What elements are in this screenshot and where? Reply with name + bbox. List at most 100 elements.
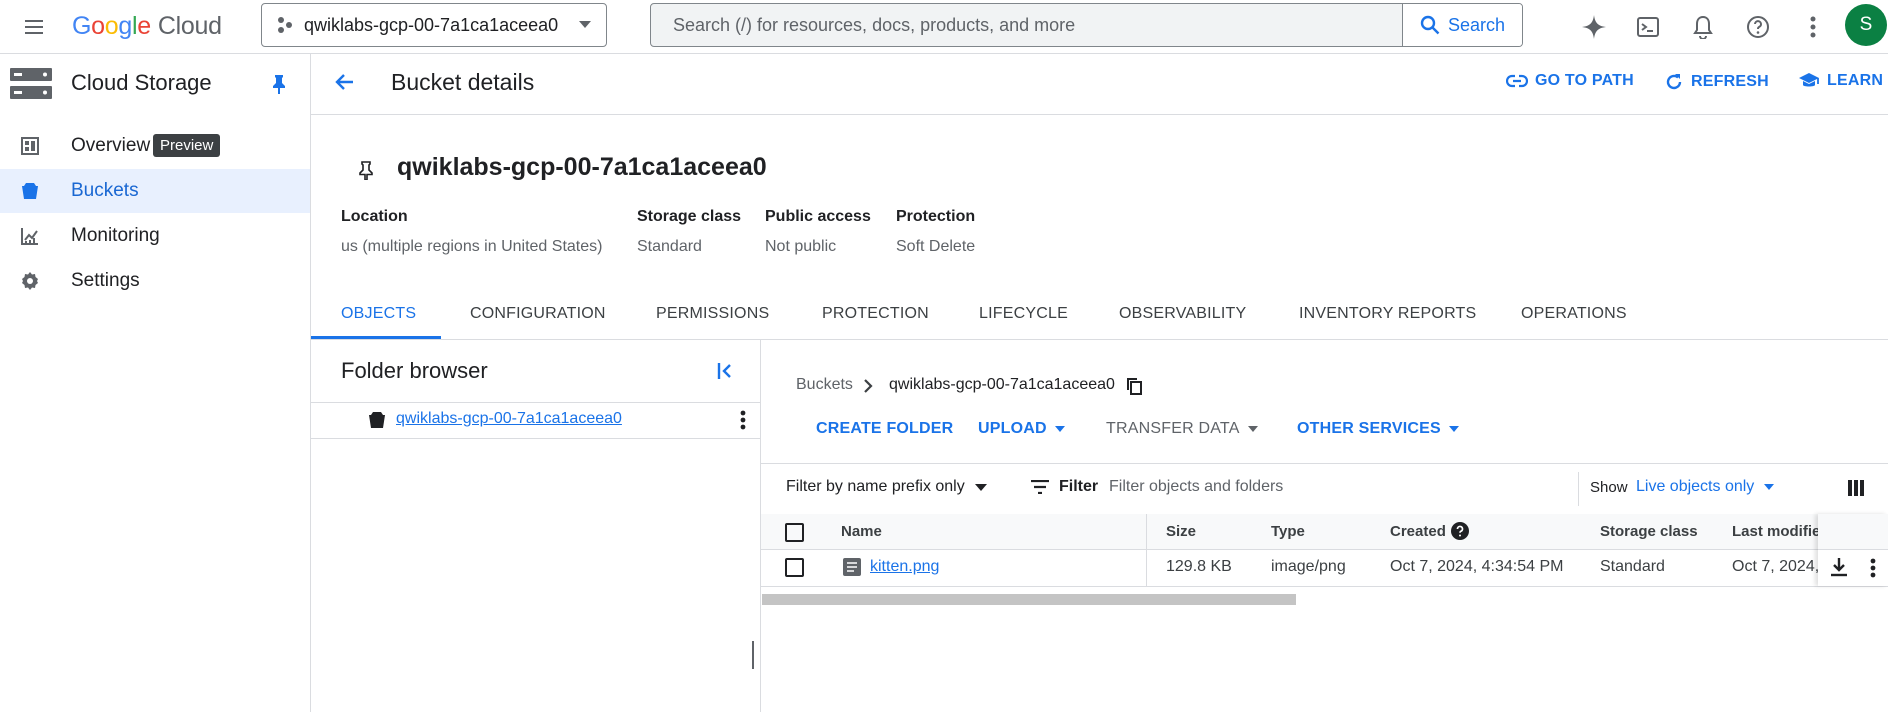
bucket-icon [367,410,387,430]
filter-lines-icon [1031,480,1049,494]
sidebar-item-label: Monitoring [71,225,160,246]
copy-icon[interactable] [1126,377,1142,395]
transfer-data-label: TRANSFER DATA [1106,420,1240,437]
tab-observability[interactable]: OBSERVABILITY [1119,305,1246,337]
sidebar-item-monitoring[interactable]: Monitoring [0,214,310,258]
object-type: image/png [1271,558,1346,575]
meta-label-public-access: Public access [765,208,871,225]
filter-objects-input[interactable]: Filter objects and folders [1109,478,1283,496]
pin-outline-icon[interactable] [358,160,374,180]
more-vert-icon[interactable] [1794,8,1832,46]
meta-value-storage-class: Standard [637,238,702,255]
sidebar-item-overview[interactable]: Overview Preview [0,124,310,168]
tab-inventory-reports[interactable]: INVENTORY REPORTS [1299,305,1476,337]
chevron-down-icon [578,20,592,30]
sidebar-item-settings[interactable]: Settings [0,259,310,303]
collapse-panel-icon[interactable] [715,360,737,382]
filter-button[interactable]: Filter [1031,478,1098,496]
panel-resize-handle[interactable] [752,641,754,669]
main-menu-icon[interactable] [18,11,50,43]
more-vert-icon[interactable] [1870,558,1876,578]
tab-operations[interactable]: OPERATIONS [1521,305,1627,337]
search-button-label: Search [1447,14,1506,35]
more-vert-icon[interactable] [740,410,746,430]
object-name-link[interactable]: kitten.png [870,558,939,576]
learn-button[interactable]: LEARN [1798,72,1883,90]
back-arrow-icon[interactable] [333,70,357,94]
other-services-button[interactable]: OTHER SERVICES [1297,420,1459,438]
notifications-bell-icon[interactable] [1684,8,1722,46]
filter-prefix-label: Filter by name prefix only [786,478,965,495]
objects-table-header [761,514,1888,550]
project-name: qwiklabs-gcp-00-7a1ca1aceea0 [304,14,559,35]
project-picker[interactable]: qwiklabs-gcp-00-7a1ca1aceea0 [261,3,607,47]
filter-prefix-dropdown[interactable]: Filter by name prefix only [786,478,987,496]
folder-tree-bucket-link[interactable]: qwiklabs-gcp-00-7a1ca1aceea0 [396,410,622,428]
row-divider [761,586,1888,587]
select-all-checkbox[interactable] [785,523,804,542]
header-size[interactable]: Size [1166,523,1196,540]
folder-browser-title: Folder browser [341,358,488,383]
school-cap-icon [1798,72,1820,90]
show-label: Show [1590,479,1628,496]
filter-label: Filter [1059,478,1099,495]
download-icon[interactable] [1830,557,1848,577]
sticky-actions-header [1818,514,1888,550]
sidebar-item-label: Settings [71,270,140,291]
cloud-shell-icon[interactable] [1629,8,1667,46]
active-tab-indicator [311,336,441,339]
tab-lifecycle[interactable]: LIFECYCLE [979,305,1068,337]
column-separator [1146,514,1147,586]
create-folder-button[interactable]: CREATE FOLDER [816,420,953,438]
object-last-modified: Oct 7, 2024, [1732,558,1818,575]
header-last-modified[interactable]: Last modified [1732,523,1818,540]
search-button[interactable]: Search [1402,4,1522,46]
tab-configuration[interactable]: CONFIGURATION [470,305,606,337]
dashboard-icon [20,136,40,156]
go-to-path-button[interactable]: GO TO PATH [1506,72,1634,90]
logo-cloud-text: Cloud [157,11,222,40]
bucket-icon [20,181,40,201]
column-display-icon[interactable] [1848,480,1864,496]
caret-down-icon [1448,426,1459,432]
caret-down-icon [1764,484,1775,490]
account-avatar[interactable]: S [1845,4,1887,46]
upload-button[interactable]: UPLOAD [978,420,1065,438]
header-storage-class[interactable]: Storage class [1600,523,1698,540]
caret-down-icon [1054,426,1065,432]
header-created[interactable]: Created [1390,523,1446,540]
help-icon[interactable] [1739,8,1777,46]
gemini-sparkle-icon[interactable] [1575,8,1613,46]
breadcrumb-buckets[interactable]: Buckets [796,376,853,394]
transfer-data-button[interactable]: TRANSFER DATA [1106,420,1258,438]
meta-label-protection: Protection [896,208,976,225]
logo-google-text: Google [72,11,151,40]
file-icon [843,558,861,576]
tab-protection[interactable]: PROTECTION [822,305,929,337]
folder-browser-panel [311,340,761,712]
meta-label-storage-class: Storage class [637,208,742,225]
row-checkbox[interactable] [785,558,804,577]
sidebar: Cloud Storage Overview Preview Buckets M… [0,54,311,712]
show-live-objects-dropdown[interactable]: Live objects only [1636,478,1775,496]
help-filled-icon[interactable] [1451,522,1469,540]
product-title: Cloud Storage [71,70,212,95]
header-name[interactable]: Name [841,523,882,540]
meta-value-location: us (multiple regions in United States) [341,238,603,255]
chevron-right-icon [863,379,873,393]
object-size: 129.8 KB [1166,558,1232,575]
create-folder-label: CREATE FOLDER [816,420,954,437]
monitoring-chart-icon [20,226,40,246]
search-box[interactable]: Search (/) for resources, docs, products… [650,3,1523,47]
horizontal-scrollbar[interactable] [762,594,1296,605]
tab-permissions[interactable]: PERMISSIONS [656,305,769,337]
sidebar-item-buckets[interactable]: Buckets [0,169,310,213]
search-input[interactable]: Search (/) for resources, docs, products… [651,15,1402,36]
tab-objects[interactable]: OBJECTS [341,305,416,337]
pin-icon[interactable] [270,74,288,94]
google-cloud-logo[interactable]: Google Cloud [72,10,222,42]
sidebar-item-label: Buckets [71,180,139,201]
refresh-button[interactable]: REFRESH [1664,72,1769,92]
header-type[interactable]: Type [1271,523,1305,540]
refresh-icon [1664,72,1684,92]
